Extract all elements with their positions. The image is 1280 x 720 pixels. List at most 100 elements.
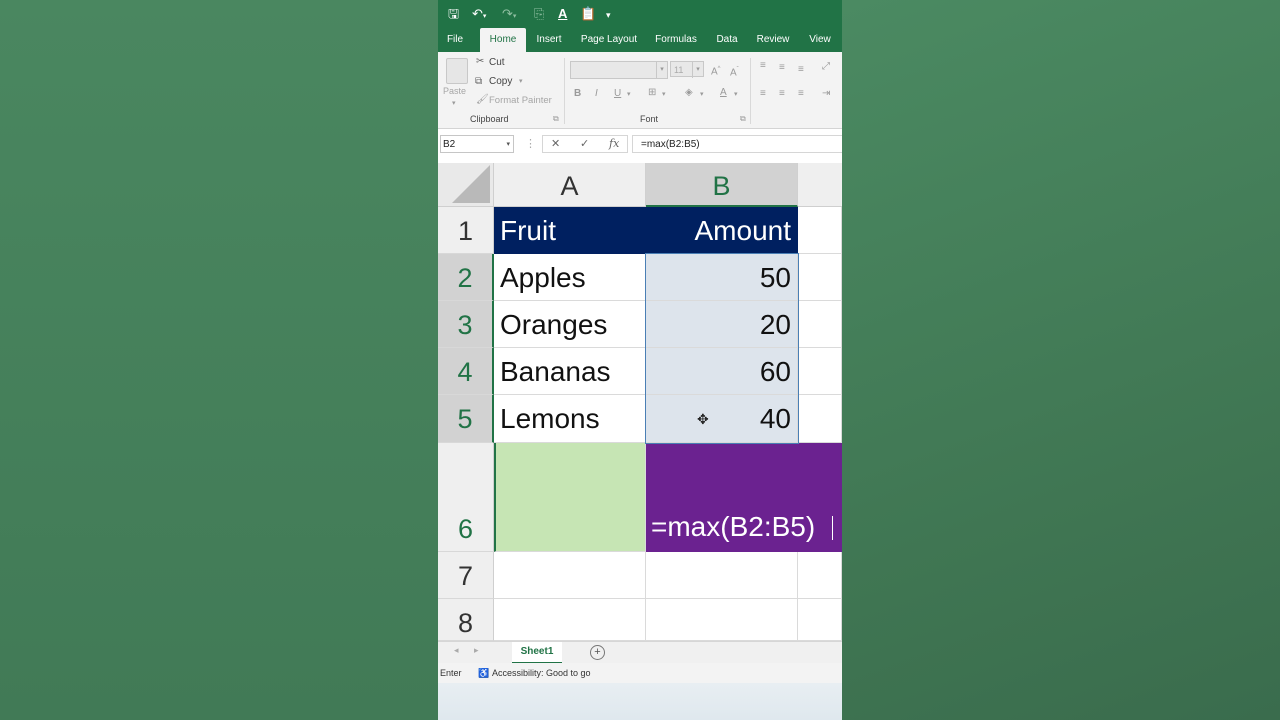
tab-data[interactable]: Data bbox=[714, 28, 740, 52]
cell-b1[interactable]: Amount bbox=[646, 207, 798, 254]
cell-c7[interactable] bbox=[798, 552, 842, 599]
clipboard-icon[interactable]: 📋 bbox=[580, 5, 596, 22]
tab-view[interactable]: View bbox=[806, 28, 834, 52]
cut-button[interactable]: Cut bbox=[489, 57, 505, 68]
name-box[interactable]: B2 ▾ bbox=[440, 135, 514, 153]
cell-c3[interactable] bbox=[798, 301, 842, 348]
middle-align-icon[interactable]: ≡ bbox=[779, 62, 785, 74]
row-header-6[interactable]: 6 bbox=[438, 443, 494, 552]
cell-b3[interactable]: 20 bbox=[646, 301, 798, 348]
borders-dropdown-icon[interactable]: ▾ bbox=[662, 89, 666, 101]
copy-button[interactable]: Copy bbox=[489, 76, 512, 87]
underline-button[interactable]: U bbox=[614, 88, 621, 100]
row-header-4[interactable]: 4 bbox=[438, 348, 494, 395]
align-left-icon[interactable]: ≡ bbox=[760, 88, 766, 100]
column-header-b[interactable]: B bbox=[646, 163, 798, 207]
italic-button[interactable]: I bbox=[595, 88, 598, 100]
tab-page-layout[interactable]: Page Layout bbox=[580, 28, 638, 52]
font-color-icon[interactable]: A bbox=[558, 5, 567, 22]
cell-a7[interactable] bbox=[494, 552, 646, 599]
top-align-icon[interactable]: ≡ bbox=[760, 60, 766, 72]
row-header-2[interactable]: 2 bbox=[438, 254, 494, 301]
cell-a5[interactable]: Lemons bbox=[494, 395, 646, 443]
cell-c2[interactable] bbox=[798, 254, 842, 301]
cell-c1[interactable] bbox=[798, 207, 842, 254]
cell-c5[interactable] bbox=[798, 395, 842, 443]
customize-dropdown-icon[interactable]: ▾ bbox=[606, 7, 611, 24]
paintbrush-icon[interactable]: ⎘ bbox=[534, 5, 544, 22]
cell-b2[interactable]: 50 bbox=[646, 254, 798, 301]
ribbon: Paste ▾ ✂ Cut ⧉ Copy ▾ 🖌 Format Painter … bbox=[438, 52, 842, 129]
sheet-tab-sheet1[interactable]: Sheet1 bbox=[512, 642, 562, 664]
cell-b6-editing[interactable]: =max(B2:B5) bbox=[646, 443, 842, 552]
align-right-icon[interactable]: ≡ bbox=[798, 88, 804, 100]
indent-icon[interactable]: ⇥ bbox=[822, 88, 830, 100]
redo-icon[interactable]: ↷▾ bbox=[502, 5, 516, 25]
tab-formulas[interactable]: Formulas bbox=[654, 28, 698, 52]
cell-b5[interactable]: 40 bbox=[646, 395, 798, 443]
undo-icon[interactable]: ↶▾ bbox=[472, 5, 486, 25]
header-amount: Amount bbox=[694, 215, 792, 246]
insert-function-button[interactable]: fx bbox=[609, 135, 619, 153]
formula-input[interactable]: =max(B2:B5) bbox=[632, 135, 842, 153]
underline-dropdown-icon[interactable]: ▾ bbox=[627, 89, 631, 101]
format-painter-button[interactable]: Format Painter bbox=[489, 95, 552, 106]
taskbar-area bbox=[438, 683, 842, 720]
save-icon[interactable]: 🖫 bbox=[448, 5, 459, 22]
orientation-icon[interactable]: ⤢ bbox=[822, 61, 830, 73]
column-header-a[interactable]: A bbox=[494, 163, 646, 207]
excel-window: 🖫 ↶▾ ↷▾ ⎘ A 📋 ▾ File Home Insert Page La… bbox=[438, 0, 842, 720]
font-size-box[interactable]: 11 ▾ bbox=[670, 61, 704, 78]
tab-review[interactable]: Review bbox=[756, 28, 790, 52]
borders-icon[interactable]: ⊞ bbox=[648, 87, 656, 99]
cell-a6[interactable] bbox=[494, 443, 646, 552]
fill-dropdown-icon[interactable]: ▾ bbox=[700, 89, 704, 101]
cell-c8[interactable] bbox=[798, 599, 842, 641]
bold-button[interactable]: B bbox=[574, 88, 581, 100]
font-color-dropdown-icon[interactable]: ▾ bbox=[734, 89, 738, 101]
font-color-ribbon-icon[interactable]: A bbox=[720, 87, 727, 99]
worksheet-grid[interactable]: A B 1 2 3 4 5 6 7 8 Fruit Amount Apples … bbox=[438, 163, 842, 641]
select-all-button[interactable] bbox=[438, 163, 494, 207]
cell-b4[interactable]: 60 bbox=[646, 348, 798, 395]
copy-dropdown-icon[interactable]: ▾ bbox=[519, 76, 523, 88]
paste-dropdown-icon[interactable]: ▾ bbox=[452, 98, 456, 110]
cell-a8[interactable] bbox=[494, 599, 646, 641]
cell-b7[interactable] bbox=[646, 552, 798, 599]
row-header-7[interactable]: 7 bbox=[438, 552, 494, 599]
row-header-3[interactable]: 3 bbox=[438, 301, 494, 348]
column-header-c[interactable] bbox=[798, 163, 842, 207]
sheet-scroll-right-icon[interactable]: ▸ bbox=[474, 645, 479, 656]
tab-file[interactable]: File bbox=[442, 28, 468, 52]
clipboard-launcher-icon[interactable]: ⧉ bbox=[553, 114, 559, 124]
decrease-font-icon[interactable]: Aˇ bbox=[730, 64, 739, 79]
paste-icon[interactable] bbox=[446, 58, 468, 84]
row-header-5[interactable]: 5 bbox=[438, 395, 494, 443]
cell-a1[interactable]: Fruit bbox=[494, 207, 646, 254]
accessibility-status[interactable]: Accessibility: Good to go bbox=[492, 668, 591, 678]
row-header-1[interactable]: 1 bbox=[438, 207, 494, 254]
tab-home[interactable]: Home bbox=[480, 28, 526, 52]
font-name-box[interactable]: ▾ bbox=[570, 61, 668, 79]
cell-c4[interactable] bbox=[798, 348, 842, 395]
align-center-icon[interactable]: ≡ bbox=[779, 88, 785, 100]
clipboard-group-label: Clipboard bbox=[470, 114, 509, 124]
row-header-8[interactable]: 8 bbox=[438, 599, 494, 641]
accessibility-icon: ♿ bbox=[478, 668, 490, 678]
formula-bar: B2 ▾ ⋮ ✕ ✓ fx =max(B2:B5) bbox=[438, 129, 842, 163]
increase-font-icon[interactable]: A^ bbox=[711, 63, 721, 78]
tab-insert[interactable]: Insert bbox=[534, 28, 564, 52]
bottom-align-icon[interactable]: ≡ bbox=[798, 64, 804, 76]
fill-color-icon[interactable]: ◈ bbox=[685, 87, 693, 99]
sheet-scroll-left-icon[interactable]: ◂ bbox=[454, 645, 459, 656]
cell-b8[interactable] bbox=[646, 599, 798, 641]
font-launcher-icon[interactable]: ⧉ bbox=[740, 114, 746, 124]
cell-a4[interactable]: Bananas bbox=[494, 348, 646, 395]
cell-a3[interactable]: Oranges bbox=[494, 301, 646, 348]
paste-button[interactable]: Paste bbox=[443, 86, 466, 96]
cancel-button[interactable]: ✕ bbox=[551, 135, 560, 153]
background-right bbox=[842, 0, 1280, 720]
cell-a2[interactable]: Apples bbox=[494, 254, 646, 301]
add-sheet-icon[interactable]: + bbox=[590, 645, 605, 660]
enter-button[interactable]: ✓ bbox=[580, 135, 589, 153]
